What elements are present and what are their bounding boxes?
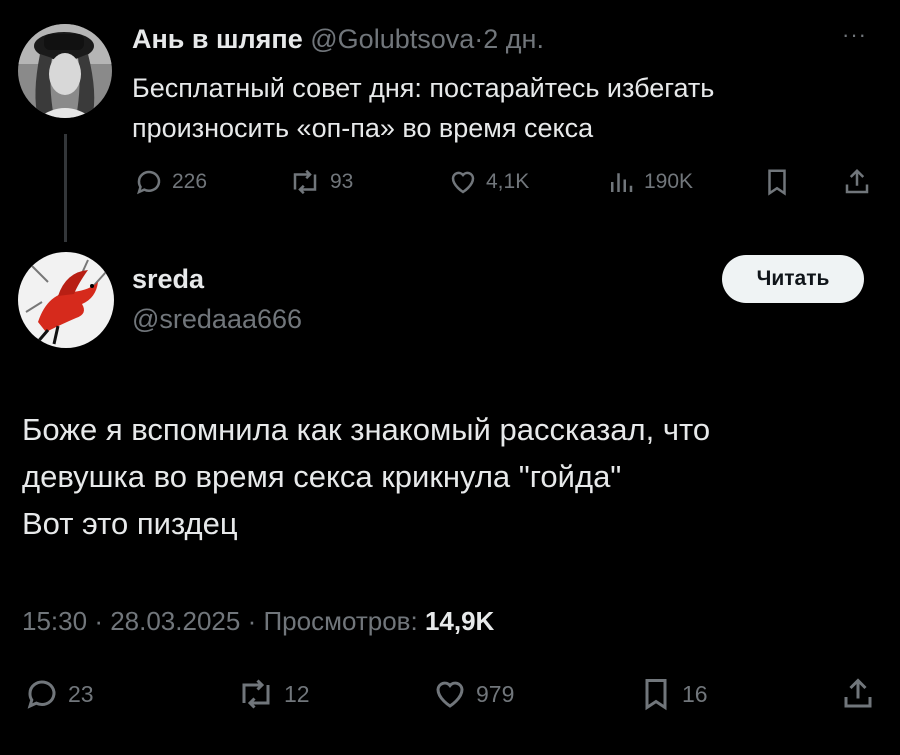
main-share-button[interactable]: [840, 676, 876, 712]
parent-repost-count: 93: [330, 170, 354, 193]
main-author-avatar[interactable]: [18, 252, 114, 348]
tweet-date[interactable]: 28.03.2025: [110, 606, 240, 636]
thread-connector-line: [64, 134, 67, 242]
like-icon: [451, 171, 475, 194]
share-icon: [844, 678, 872, 708]
repost-icon: [242, 679, 270, 709]
parent-text-line: произносить «оп-па» во время секса: [132, 113, 594, 143]
parent-share-button[interactable]: [842, 167, 872, 197]
reply-icon: [27, 680, 56, 709]
more-options-icon[interactable]: ···: [842, 22, 867, 48]
parent-author-avatar[interactable]: [18, 24, 112, 118]
parent-tweet-text: Бесплатный совет дня: постарайтесь избег…: [132, 68, 872, 148]
parent-reply-count: 226: [172, 170, 208, 193]
parent-separator: ·: [474, 24, 484, 54]
parent-repost-button[interactable]: 93: [288, 167, 353, 197]
main-text-line: Вот это пиздец: [22, 506, 238, 541]
parent-tweet-header: Ань в шляпе @Golubtsova·2 дн.: [132, 24, 544, 55]
main-reply-button[interactable]: 23: [24, 676, 94, 712]
bookmark-icon: [768, 169, 786, 196]
main-author-handle[interactable]: @sredaaa666: [132, 304, 302, 335]
main-like-button[interactable]: 979: [432, 676, 514, 712]
parent-time-ago[interactable]: 2 дн.: [483, 24, 544, 54]
tweet-time[interactable]: 15:30: [22, 606, 87, 636]
main-text-line: девушка во время секса крикнула "гойда": [22, 459, 622, 494]
parent-bookmark-button[interactable]: [762, 167, 792, 197]
main-like-count: 979: [476, 680, 515, 707]
views-count: 14,9K: [424, 606, 495, 636]
parent-like-button[interactable]: 4,1K: [448, 167, 529, 197]
parent-text-line: Бесплатный совет дня: постарайтесь избег…: [132, 73, 715, 103]
reply-icon: [137, 170, 161, 195]
main-bookmark-count: 16: [682, 680, 708, 707]
tweet-meta: 15:30 · 28.03.2025 · Просмотров: 14,9K: [22, 606, 495, 636]
main-author-name[interactable]: sreda: [132, 264, 204, 295]
bookmark-icon: [645, 679, 667, 711]
main-repost-button[interactable]: 12: [236, 676, 310, 712]
views-label: Просмотров:: [263, 606, 418, 636]
like-icon: [436, 681, 464, 708]
parent-views-button[interactable]: 190K: [606, 167, 693, 197]
main-tweet-text: Боже я вспомнила как знакомый рассказал,…: [22, 406, 882, 547]
main-repost-count: 12: [284, 680, 310, 707]
parent-author-name[interactable]: Ань в шляпе: [132, 24, 303, 54]
repost-icon: [293, 169, 317, 195]
parent-reply-button[interactable]: 226: [134, 167, 207, 197]
share-icon: [845, 168, 869, 194]
parent-like-count: 4,1K: [486, 170, 530, 193]
parent-views-count: 190K: [644, 170, 694, 193]
parent-author-handle[interactable]: @Golubtsova: [310, 24, 474, 54]
main-bookmark-button[interactable]: 16: [638, 676, 708, 712]
main-reply-count: 23: [68, 680, 94, 707]
main-text-line: Боже я вспомнила как знакомый рассказал,…: [22, 412, 711, 447]
follow-button[interactable]: Читать: [722, 255, 864, 303]
views-icon: [611, 173, 633, 192]
